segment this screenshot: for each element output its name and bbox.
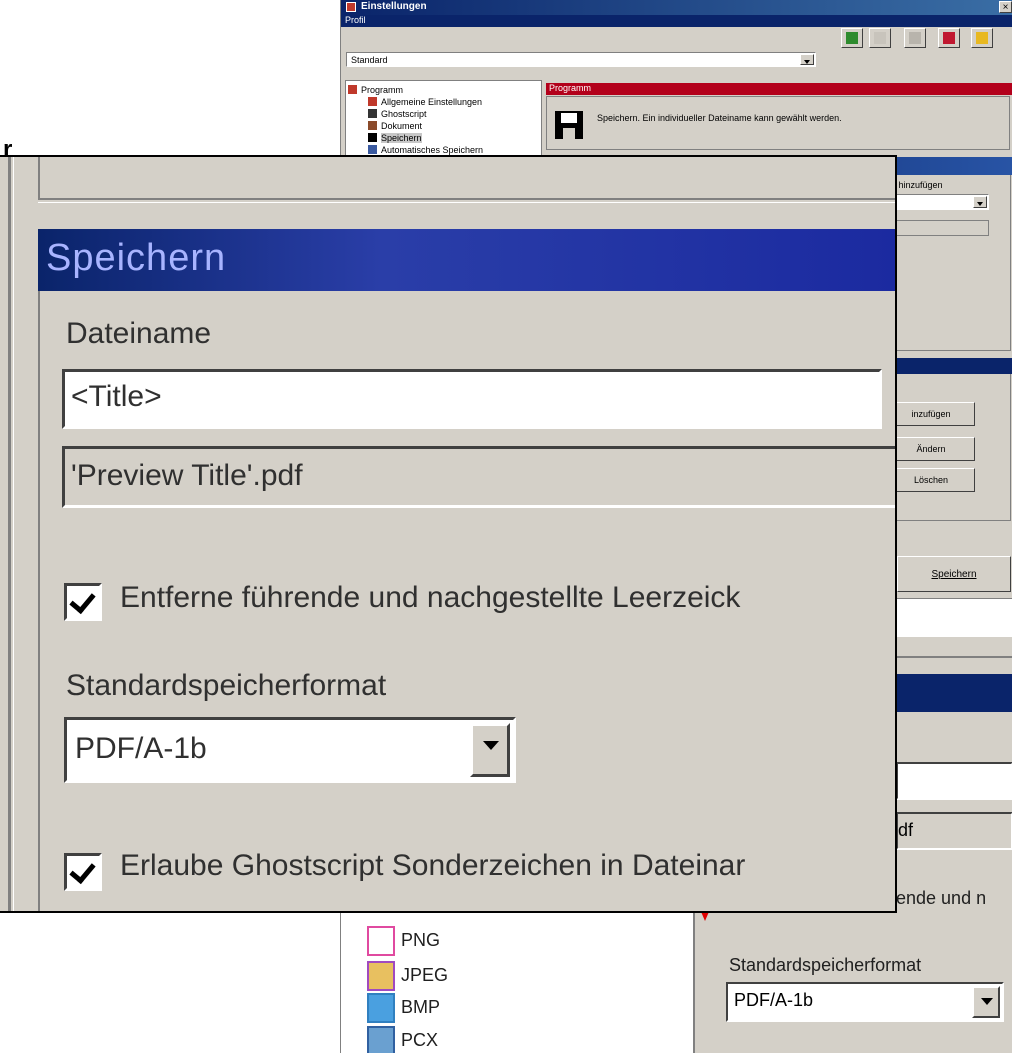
jpeg-file-icon bbox=[367, 961, 395, 991]
upper-panel-highlight bbox=[38, 202, 895, 203]
floppy-icon bbox=[555, 111, 583, 139]
format-label: BMP bbox=[401, 997, 441, 1017]
format-item-png[interactable]: PNG bbox=[367, 926, 441, 956]
white-band bbox=[896, 598, 1012, 637]
autosave-icon bbox=[368, 145, 377, 154]
chevron-down-icon[interactable] bbox=[800, 54, 814, 65]
tree-item-autosave[interactable]: Automatisches Speichern bbox=[368, 145, 483, 155]
filename-label: Dateiname bbox=[66, 317, 212, 350]
bluebar-fragment bbox=[896, 358, 1012, 374]
format-label: PCX bbox=[401, 1030, 439, 1050]
delete-button-label: Löschen bbox=[913, 475, 949, 485]
default-format-value: PDF/A-1b bbox=[75, 732, 207, 765]
ghostscript-icon bbox=[368, 109, 377, 118]
add-token-button[interactable]: inzufügen bbox=[887, 402, 975, 426]
magnified-speichern-panel: Speichern Dateiname <Title> 'Preview Tit… bbox=[0, 155, 897, 913]
preview-fragment: df bbox=[896, 812, 1012, 850]
description-text: Speichern. Ein individueller Dateiname k… bbox=[597, 113, 842, 123]
tree-item-label: Programm bbox=[361, 85, 404, 95]
png-file-icon bbox=[367, 926, 395, 956]
add-profile-button[interactable] bbox=[841, 28, 863, 48]
frame-line bbox=[8, 157, 11, 911]
rename-profile-button[interactable] bbox=[869, 28, 891, 48]
field-fragment bbox=[896, 762, 1012, 800]
app-icon bbox=[346, 2, 356, 12]
trim-spaces-label: Entferne führende und nachgestellte Leer… bbox=[120, 581, 741, 614]
section-header: Programm bbox=[546, 83, 1012, 95]
tree-item-allgemeine[interactable]: Allgemeine Einstellungen bbox=[368, 97, 482, 107]
profile-select-value: Standard bbox=[351, 55, 388, 65]
upper-panel-edge bbox=[38, 157, 895, 200]
format-label: PNG bbox=[401, 930, 441, 950]
profile-label: Profil bbox=[345, 15, 366, 25]
frame-highlight bbox=[13, 157, 14, 911]
change-button[interactable]: Ändern bbox=[887, 437, 975, 461]
program-icon bbox=[348, 85, 357, 94]
delete-button[interactable]: Löschen bbox=[887, 468, 975, 492]
tree-item-programm[interactable]: Programm bbox=[348, 85, 403, 95]
format-item-jpeg[interactable]: JPEG bbox=[367, 961, 449, 991]
format-select-bg[interactable]: PDF/A-1b bbox=[726, 982, 1004, 1022]
document-icon bbox=[368, 121, 377, 130]
filename-input-value: <Title> bbox=[71, 380, 162, 413]
lower-right-panel-border bbox=[693, 913, 694, 1053]
chevron-down-icon[interactable] bbox=[470, 723, 510, 777]
profile-select[interactable]: Standard bbox=[346, 52, 816, 67]
speichern-title: Speichern bbox=[46, 237, 227, 279]
filename-preview: 'Preview Title'.pdf bbox=[62, 446, 895, 508]
format-item-bmp[interactable]: BMP bbox=[367, 993, 441, 1023]
checkbox-fragment-text: ende und n bbox=[896, 888, 987, 908]
pcx-file-icon bbox=[367, 1026, 395, 1053]
delete-profile-button[interactable] bbox=[904, 28, 926, 48]
tree-item-label: Speichern bbox=[381, 133, 422, 143]
open-profile-button[interactable] bbox=[971, 28, 993, 48]
default-format-select[interactable]: PDF/A-1b bbox=[64, 717, 516, 783]
add-token-button-label: inzufügen bbox=[911, 409, 951, 419]
default-format-label: Standardspeicherformat bbox=[66, 669, 387, 702]
save-profile-button[interactable] bbox=[938, 28, 960, 48]
title-bar: Einstellungen × bbox=[341, 0, 1012, 15]
section-title: Programm bbox=[549, 83, 592, 93]
rename-icon bbox=[874, 32, 886, 44]
speichern-content: Dateiname <Title> 'Preview Title'.pdf En… bbox=[38, 291, 895, 911]
bmp-file-icon bbox=[367, 993, 395, 1023]
tree-item-label: Dokument bbox=[381, 121, 423, 131]
profile-header: Profil bbox=[341, 15, 1012, 27]
tree-item-dokument[interactable]: Dokument bbox=[368, 121, 422, 131]
filename-preview-value: 'Preview Title'.pdf bbox=[71, 459, 303, 492]
speichern-header: Speichern bbox=[38, 229, 895, 291]
save-button[interactable]: Speichern bbox=[897, 556, 1011, 592]
trim-spaces-checkbox[interactable] bbox=[64, 583, 102, 621]
floppy-icon bbox=[943, 32, 955, 44]
change-button-label: Ändern bbox=[916, 444, 946, 454]
format-label: JPEG bbox=[401, 965, 449, 985]
add-icon bbox=[846, 32, 858, 44]
window-title: Einstellungen bbox=[361, 1, 427, 12]
delete-icon bbox=[909, 32, 921, 44]
tree-item-label: Ghostscript bbox=[381, 109, 427, 119]
ghostscript-chars-label: Erlaube Ghostscript Sonderzeichen in Dat… bbox=[120, 849, 746, 882]
ghostscript-chars-checkbox[interactable] bbox=[64, 853, 102, 891]
preview-fragment-text: df bbox=[898, 820, 914, 840]
settings-icon bbox=[368, 97, 377, 106]
format-select-bg-value: PDF/A-1b bbox=[734, 990, 814, 1010]
format-item-pcx[interactable]: PCX bbox=[367, 1026, 439, 1053]
tokens-panel-border bbox=[896, 175, 1011, 351]
format-label-bg: Standardspeicherformat bbox=[729, 955, 922, 975]
tree-item-ghostscript[interactable]: Ghostscript bbox=[368, 109, 427, 119]
description-panel: Speichern. Ein individueller Dateiname k… bbox=[546, 96, 1010, 150]
save-button-label: Speichern bbox=[931, 569, 977, 580]
chevron-down-icon[interactable] bbox=[972, 986, 1000, 1018]
folder-icon bbox=[976, 32, 988, 44]
bluebar-fragment-2 bbox=[896, 674, 1012, 712]
tree-item-label: Allgemeine Einstellungen bbox=[381, 97, 483, 107]
tree-item-label: Automatisches Speichern bbox=[381, 145, 484, 155]
close-button[interactable]: × bbox=[999, 1, 1012, 13]
filename-input[interactable]: <Title> bbox=[62, 369, 882, 429]
tree-item-speichern[interactable]: Speichern bbox=[368, 133, 422, 143]
divider bbox=[896, 656, 1012, 658]
floppy-icon bbox=[368, 133, 377, 142]
